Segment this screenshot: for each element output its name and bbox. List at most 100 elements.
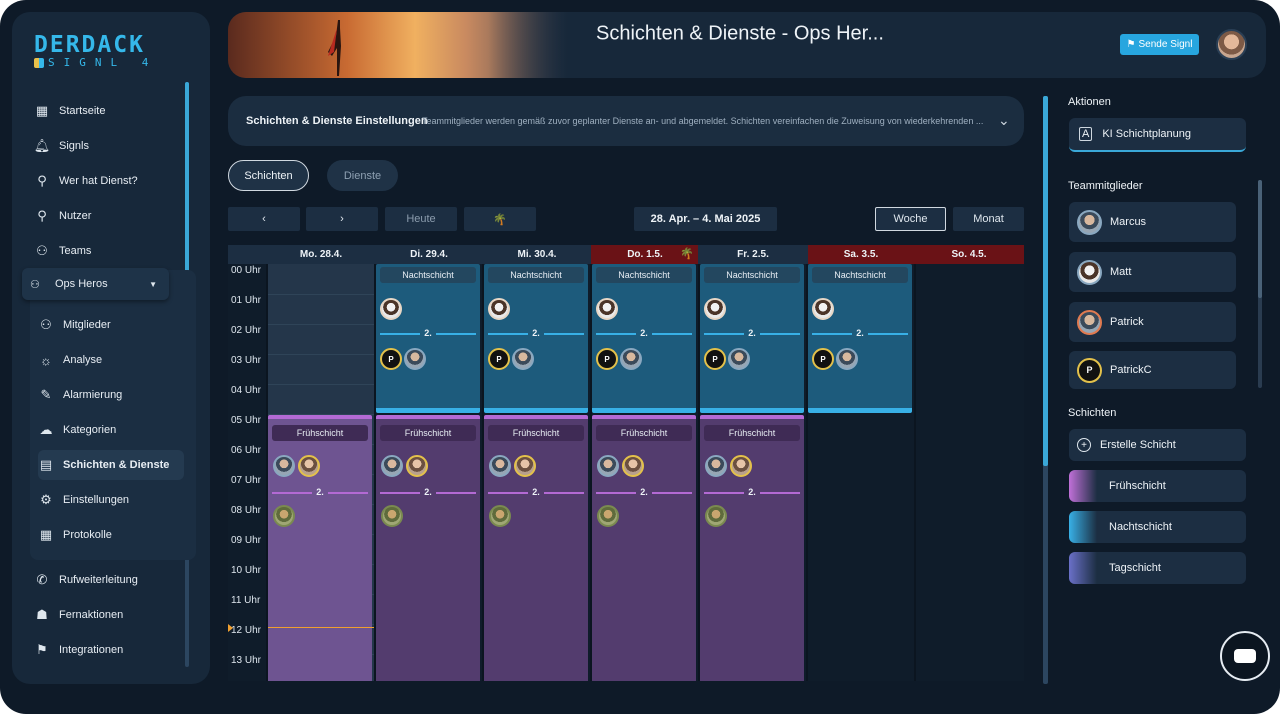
sidebar-item-label: Startseite (59, 105, 106, 117)
member-avatar[interactable] (488, 298, 510, 320)
member-avatar[interactable] (273, 455, 295, 477)
member-avatar[interactable] (404, 348, 426, 370)
sidebar-item-schichten-dienste[interactable]: ▤ Schichten & Dienste (38, 450, 184, 480)
log-icon: ▦ (39, 527, 53, 542)
early-shift-block[interactable]: Frühschicht 2. (484, 415, 588, 681)
chat-button[interactable] (1220, 631, 1270, 681)
member-avatar[interactable] (512, 348, 534, 370)
sidebar-item-integrationen[interactable]: ⚑ Integrationen (34, 635, 123, 665)
member-avatar[interactable] (622, 455, 644, 477)
sidebar-item-nutzer[interactable]: ⚲ Nutzer (34, 201, 91, 231)
early-shift-block[interactable]: Frühschicht 2. (700, 415, 804, 681)
sidebar-item-label: Fernaktionen (59, 609, 124, 621)
user-avatar[interactable] (1216, 29, 1247, 60)
sidebar-item-alarmierung[interactable]: ✎ Alarmierung (38, 380, 123, 410)
sidebar-item-teams[interactable]: ⚇ Teams (34, 236, 91, 266)
tab-duties[interactable]: Dienste (327, 160, 398, 191)
sidebar-item-startseite[interactable]: ▦ Startseite (34, 96, 106, 126)
team-dropdown[interactable]: ⚇ Ops Heros ▼ (22, 268, 169, 300)
wrench-icon: ✎ (40, 387, 52, 402)
night-shift-block[interactable]: Nachtschicht 2. P (484, 264, 588, 413)
chevron-down-icon[interactable]: ⌄ (998, 112, 1010, 129)
sidebar-item-rufweiterleitung[interactable]: ✆ Rufweiterleitung (34, 565, 138, 595)
members-scrollbar[interactable] (1258, 180, 1262, 388)
member-avatar[interactable] (406, 455, 428, 477)
member-avatar[interactable] (705, 505, 727, 527)
member-avatar[interactable] (273, 505, 295, 527)
logo: DERDACK SIGNL 4 (34, 32, 157, 69)
early-shift-block[interactable]: Frühschicht 2. (376, 415, 480, 681)
sidebar-item-protokolle[interactable]: ▦ Protokolle (38, 520, 112, 550)
today-button[interactable]: Heute (385, 207, 457, 231)
shift-type-card[interactable]: Frühschicht (1069, 470, 1246, 502)
day-header[interactable]: So. 4.5. (916, 245, 1022, 264)
member-avatar[interactable] (728, 348, 750, 370)
sidebar-item-fernaktionen[interactable]: ☗ Fernaktionen (34, 600, 123, 630)
holiday-button[interactable]: 🌴 (464, 207, 536, 231)
sidebar-item-wer-hat-dienst-[interactable]: ⚲ Wer hat Dienst? (34, 166, 137, 196)
week-calendar: Mo. 28.4. Di. 29.4. Mi. 30.4. Do. 1.5. 🌴 Fr. … (228, 245, 1024, 681)
shift-type-card[interactable]: Tagschicht (1069, 552, 1246, 584)
day-header[interactable]: Mi. 30.4. (484, 245, 590, 264)
night-shift-block[interactable]: Nachtschicht 2. P (700, 264, 804, 413)
sidebar-item-label: Teams (59, 245, 92, 257)
team-member-card[interactable]: Marcus (1069, 202, 1236, 242)
member-avatar[interactable] (812, 298, 834, 320)
member-initial-badge[interactable]: P (380, 348, 402, 370)
member-avatar[interactable] (381, 505, 403, 527)
member-initial-badge[interactable]: P (488, 348, 510, 370)
member-initial-badge[interactable]: P (704, 348, 726, 370)
view-month-button[interactable]: Monat (953, 207, 1024, 231)
create-shift-button[interactable]: + Erstelle Schicht (1069, 429, 1246, 461)
sidebar-item-einstellungen[interactable]: ⚙ Einstellungen (38, 485, 129, 515)
member-avatar[interactable] (381, 455, 403, 477)
view-week-button[interactable]: Woche (875, 207, 946, 231)
shift-type-card[interactable]: Nachtschicht (1069, 511, 1246, 543)
send-signl-button[interactable]: ⚑ Sende Signl (1120, 34, 1199, 55)
team-member-card[interactable]: Patrick (1069, 302, 1236, 342)
sidebar-item-signls[interactable]: 🔔︎ Signls (34, 131, 89, 161)
ai-shift-planning-button[interactable]: A KI Schichtplanung (1069, 118, 1246, 152)
create-shift-label: Erstelle Schicht (1100, 439, 1176, 451)
day-header[interactable]: Di. 29.4. (376, 245, 482, 264)
night-shift-block[interactable]: Nachtschicht 2. P (808, 264, 912, 413)
rank-divider: 2. (488, 487, 584, 497)
member-avatar[interactable] (836, 348, 858, 370)
member-avatar[interactable] (705, 455, 727, 477)
member-avatar[interactable] (730, 455, 752, 477)
member-initial-badge[interactable]: P (812, 348, 834, 370)
team-member-card[interactable]: P PatrickC (1069, 351, 1236, 389)
member-avatar[interactable] (597, 505, 619, 527)
member-avatar[interactable] (596, 298, 618, 320)
sidebar-item-label: Alarmierung (63, 389, 123, 401)
early-shift-block[interactable]: Frühschicht 2. (268, 415, 372, 681)
prev-week-button[interactable]: ‹ (228, 207, 300, 231)
member-avatar[interactable] (597, 455, 619, 477)
settings-accordion[interactable]: Schichten & Dienste Einstellungen Teammi… (228, 96, 1024, 146)
night-shift-block[interactable]: Nachtschicht 2. P (592, 264, 696, 413)
member-avatar[interactable] (514, 455, 536, 477)
day-header[interactable]: Fr. 2.5. (700, 245, 806, 264)
member-avatar[interactable] (489, 455, 511, 477)
team-member-card[interactable]: Matt (1069, 252, 1236, 292)
hour-label: 04 Uhr (231, 385, 262, 396)
content-scrollbar[interactable] (1043, 96, 1048, 684)
day-header[interactable]: Mo. 28.4. (268, 245, 374, 264)
day-header[interactable]: Sa. 3.5. (808, 245, 914, 264)
sidebar-item-kategorien[interactable]: ☁ Kategorien (38, 415, 117, 445)
early-shift-block[interactable]: Frühschicht 2. (592, 415, 696, 681)
date-range[interactable]: 28. Apr. – 4. Mai 2025 (634, 207, 777, 231)
next-week-button[interactable]: › (306, 207, 378, 231)
sidebar-item-mitglieder[interactable]: ⚇ Mitglieder (38, 310, 111, 340)
member-avatar[interactable] (704, 298, 726, 320)
member-avatar[interactable] (620, 348, 642, 370)
member-avatar[interactable] (489, 505, 511, 527)
member-avatar[interactable] (298, 455, 320, 477)
night-shift-block[interactable]: Nachtschicht 2. P (376, 264, 480, 413)
ai-icon: A (1079, 127, 1093, 141)
tab-shifts[interactable]: Schichten (228, 160, 309, 191)
sidebar-item-analyse[interactable]: ☼ Analyse (38, 345, 102, 375)
actions-title: Aktionen (1068, 96, 1111, 108)
member-initial-badge[interactable]: P (596, 348, 618, 370)
member-avatar[interactable] (380, 298, 402, 320)
